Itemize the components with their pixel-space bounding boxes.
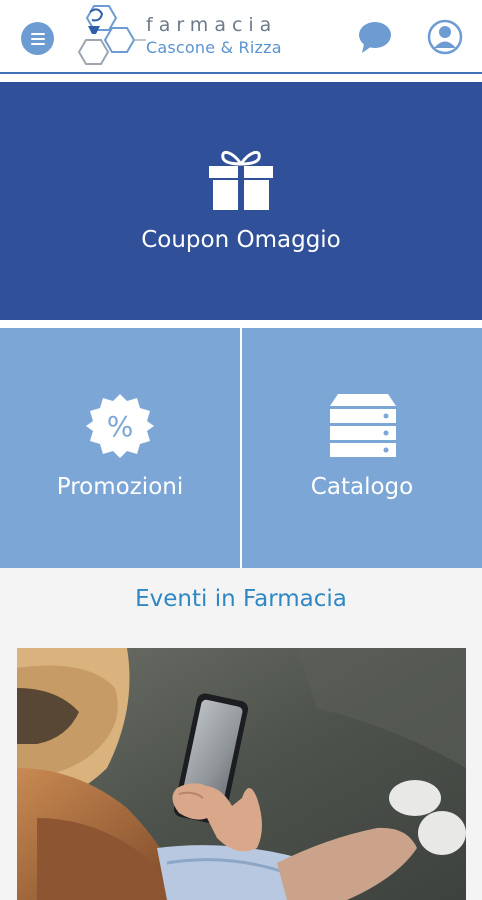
pharmacy-logo[interactable]: farmacia Cascone & Rizza bbox=[76, 4, 298, 70]
svg-text:%: % bbox=[107, 410, 134, 443]
event-photo[interactable] bbox=[17, 648, 466, 900]
events-title: Eventi in Farmacia bbox=[0, 568, 482, 648]
coupon-label: Coupon Omaggio bbox=[141, 227, 341, 253]
logo-text-farmacia: farmacia bbox=[146, 14, 278, 36]
logo-mark-icon bbox=[77, 5, 146, 65]
menu-icon[interactable] bbox=[21, 22, 54, 55]
catalog-tile[interactable]: Catalogo bbox=[242, 328, 482, 568]
promotions-label: Promozioni bbox=[56, 474, 184, 500]
drawers-icon bbox=[330, 394, 396, 457]
account-icon[interactable] bbox=[427, 19, 463, 55]
tile-row: % Promozioni Catalogo bbox=[0, 328, 482, 568]
gift-icon bbox=[209, 150, 273, 210]
event-image bbox=[17, 648, 466, 900]
coupon-tile[interactable]: Coupon Omaggio bbox=[0, 82, 482, 320]
promotions-tile[interactable]: % Promozioni bbox=[0, 328, 240, 568]
logo-text-name: Cascone & Rizza bbox=[146, 38, 282, 57]
percent-badge-icon: % bbox=[86, 394, 154, 458]
app-header: farmacia Cascone & Rizza bbox=[0, 0, 482, 74]
catalog-label: Catalogo bbox=[310, 474, 414, 500]
chat-icon[interactable] bbox=[356, 20, 394, 54]
